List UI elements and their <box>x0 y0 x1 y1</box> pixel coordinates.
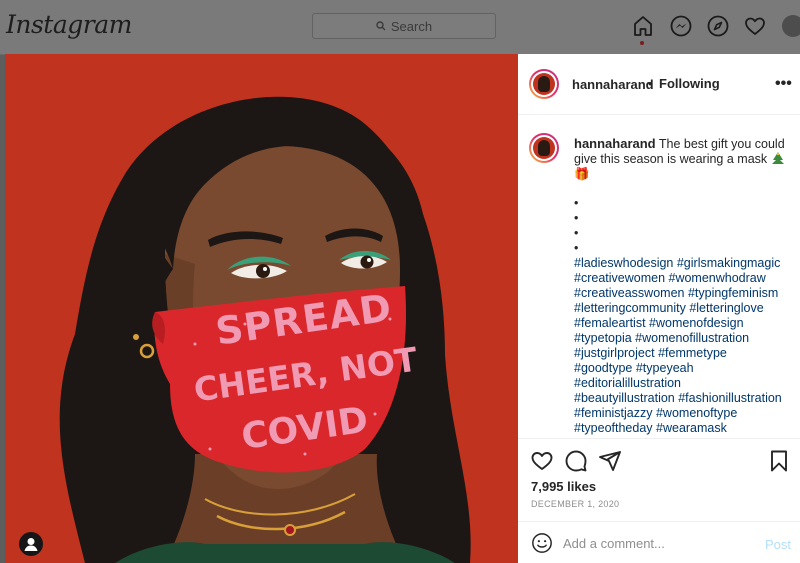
hashtag-list: #ladieswhodesign #girlsmakingmagic #crea… <box>574 256 796 436</box>
bookmark-icon[interactable] <box>767 449 791 473</box>
hashtag-line[interactable]: #typeoftheday #wearamask <box>574 421 796 436</box>
post-image[interactable]: SPREAD CHEER, NOT COVID <box>5 54 518 563</box>
header-divider <box>518 114 800 115</box>
comment-icon[interactable] <box>564 449 588 473</box>
home-icon[interactable] <box>631 14 655 38</box>
post-actions <box>530 449 790 475</box>
hashtag-line[interactable]: #letteringcommunity #letteringlove <box>574 301 796 316</box>
dot-line: • <box>574 226 579 240</box>
top-nav: Instagram Search <box>0 0 800 55</box>
dot-line: • <box>574 196 579 210</box>
home-active-dot <box>640 41 644 45</box>
like-count[interactable]: 7,995 likes <box>531 479 596 494</box>
christmas-tree-icon <box>771 152 784 164</box>
comment-divider <box>518 521 800 522</box>
caption-username[interactable]: hannaharand <box>574 136 656 151</box>
header-separator: • <box>648 76 653 91</box>
like-heart-icon[interactable] <box>530 449 554 473</box>
user-tag-icon <box>24 538 38 551</box>
search-icon <box>376 21 386 31</box>
hashtag-line[interactable]: #ladieswhodesign #girlsmakingmagic <box>574 256 796 271</box>
caption-avatar[interactable] <box>529 133 559 163</box>
dot-line: • <box>574 241 579 255</box>
author-avatar[interactable] <box>529 69 559 99</box>
post-comment-button[interactable]: Post <box>765 537 791 552</box>
caption-dots: • • • • <box>574 196 796 256</box>
hashtag-line[interactable]: #creativeasswomen #typingfeminism <box>574 286 796 301</box>
dot-line: • <box>574 211 579 225</box>
hashtag-line[interactable]: #feministjazzy #womenoftype <box>574 406 796 421</box>
caption: hannaharand The best gift you could give… <box>574 136 796 436</box>
post-date[interactable]: DECEMBER 1, 2020 <box>531 499 619 509</box>
search-placeholder: Search <box>390 18 433 34</box>
profile-avatar[interactable] <box>782 15 800 37</box>
hashtag-line[interactable]: #typetopia #womenofillustration <box>574 331 796 346</box>
tagged-user-button[interactable] <box>19 532 43 556</box>
actions-divider <box>518 438 800 439</box>
add-comment-row: Post <box>518 527 800 563</box>
more-options-button[interactable]: ••• <box>775 75 792 93</box>
hashtag-line[interactable]: #justgirlproject #femmetype <box>574 346 796 361</box>
gift-emoji: 🎁 <box>574 167 590 181</box>
emoji-icon[interactable] <box>531 532 553 554</box>
search-input[interactable]: Search <box>312 13 496 39</box>
comment-input[interactable] <box>563 536 743 551</box>
heart-icon[interactable] <box>743 14 767 38</box>
explore-icon[interactable] <box>706 14 730 38</box>
messenger-icon[interactable] <box>669 14 693 38</box>
following-button[interactable]: Following <box>659 76 720 91</box>
author-username[interactable]: hannaharand <box>572 77 654 92</box>
post-details-panel: hannaharand • Following ••• hannaharand … <box>518 54 800 563</box>
share-icon[interactable] <box>598 449 622 473</box>
hashtag-line[interactable]: #editorialillustration <box>574 376 796 391</box>
hashtag-line[interactable]: #creativewomen #womenwhodraw <box>574 271 796 286</box>
instagram-logo[interactable]: Instagram <box>6 10 132 39</box>
hashtag-line[interactable]: #beautyillustration #fashionillustration <box>574 391 796 406</box>
hashtag-line[interactable]: #femaleartist #womenofdesign <box>574 316 796 331</box>
hashtag-line[interactable]: #goodtype #typeyeah <box>574 361 796 376</box>
